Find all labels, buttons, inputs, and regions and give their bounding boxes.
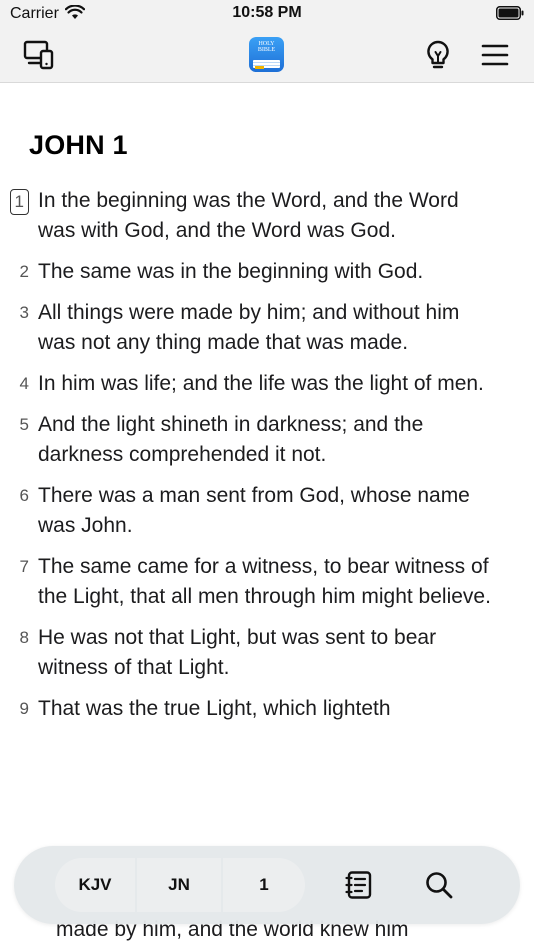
menu-icon[interactable] <box>476 36 514 74</box>
lightbulb-icon[interactable] <box>419 36 457 74</box>
verse-item[interactable]: 9 That was the true Light, which lightet… <box>0 694 534 724</box>
verse-text: The same was in the beginning with God. <box>38 260 424 283</box>
verse-number: 4 <box>19 374 29 393</box>
chapter-selector-button[interactable]: 1 <box>223 858 305 912</box>
verse-item[interactable]: 3 All things were made by him; and witho… <box>0 298 534 358</box>
verse-number: 2 <box>19 262 29 281</box>
verse-text: That was the true Light, which lighteth <box>38 697 391 720</box>
chapter-title: JOHN 1 <box>29 130 128 160</box>
notes-icon[interactable] <box>341 867 377 903</box>
nav-bar: HOLY BIBLE <box>0 28 534 83</box>
verse-number: 7 <box>19 557 29 576</box>
devices-icon[interactable] <box>20 36 58 74</box>
verse-number: 3 <box>19 303 29 322</box>
version-selector-button[interactable]: KJV <box>55 858 135 912</box>
verse-item[interactable]: 2 The same was in the beginning with God… <box>0 257 534 287</box>
verse-list: 1 In the beginning was the Word, and the… <box>0 186 534 735</box>
verse-text: All things were made by him; and without… <box>38 301 460 354</box>
book-selector-button[interactable]: JN <box>137 858 221 912</box>
bible-reader-screen: Carrier 10:58 PM HOLY BIBLE JOHN 1 1 In … <box>0 0 534 950</box>
bottom-toolbar: KJV JN 1 <box>14 846 520 924</box>
verse-item[interactable]: 6 There was a man sent from God, whose n… <box>0 481 534 541</box>
verse-text: The same came for a witness, to bear wit… <box>38 555 491 608</box>
verse-number: 9 <box>19 699 29 718</box>
app-logo[interactable]: HOLY BIBLE <box>249 37 284 72</box>
verse-number: 5 <box>19 415 29 434</box>
verse-text: In the beginning was the Word, and the W… <box>38 189 459 242</box>
verse-item[interactable]: 4 In him was life; and the life was the … <box>0 369 534 399</box>
search-icon[interactable] <box>421 867 457 903</box>
verse-item[interactable]: 1 In the beginning was the Word, and the… <box>0 186 534 246</box>
verse-item[interactable]: 7 The same came for a witness, to bear w… <box>0 552 534 612</box>
verse-number: 8 <box>19 628 29 647</box>
verse-text: He was not that Light, but was sent to b… <box>38 626 437 679</box>
status-bar: Carrier 10:58 PM <box>0 0 534 28</box>
status-time: 10:58 PM <box>232 4 302 21</box>
verse-text: In him was life; and the life was the li… <box>38 372 484 395</box>
verse-item[interactable]: 5 And the light shineth in darkness; and… <box>0 410 534 470</box>
verse-text: There was a man sent from God, whose nam… <box>38 484 470 537</box>
verse-text: And the light shineth in darkness; and t… <box>38 413 424 466</box>
verse-number: 6 <box>19 486 29 505</box>
verse-item[interactable]: 8 He was not that Light, but was sent to… <box>0 623 534 683</box>
app-logo-text: HOLY BIBLE <box>257 41 276 53</box>
verse-number: 1 <box>0 186 38 246</box>
battery-icon <box>496 6 524 25</box>
